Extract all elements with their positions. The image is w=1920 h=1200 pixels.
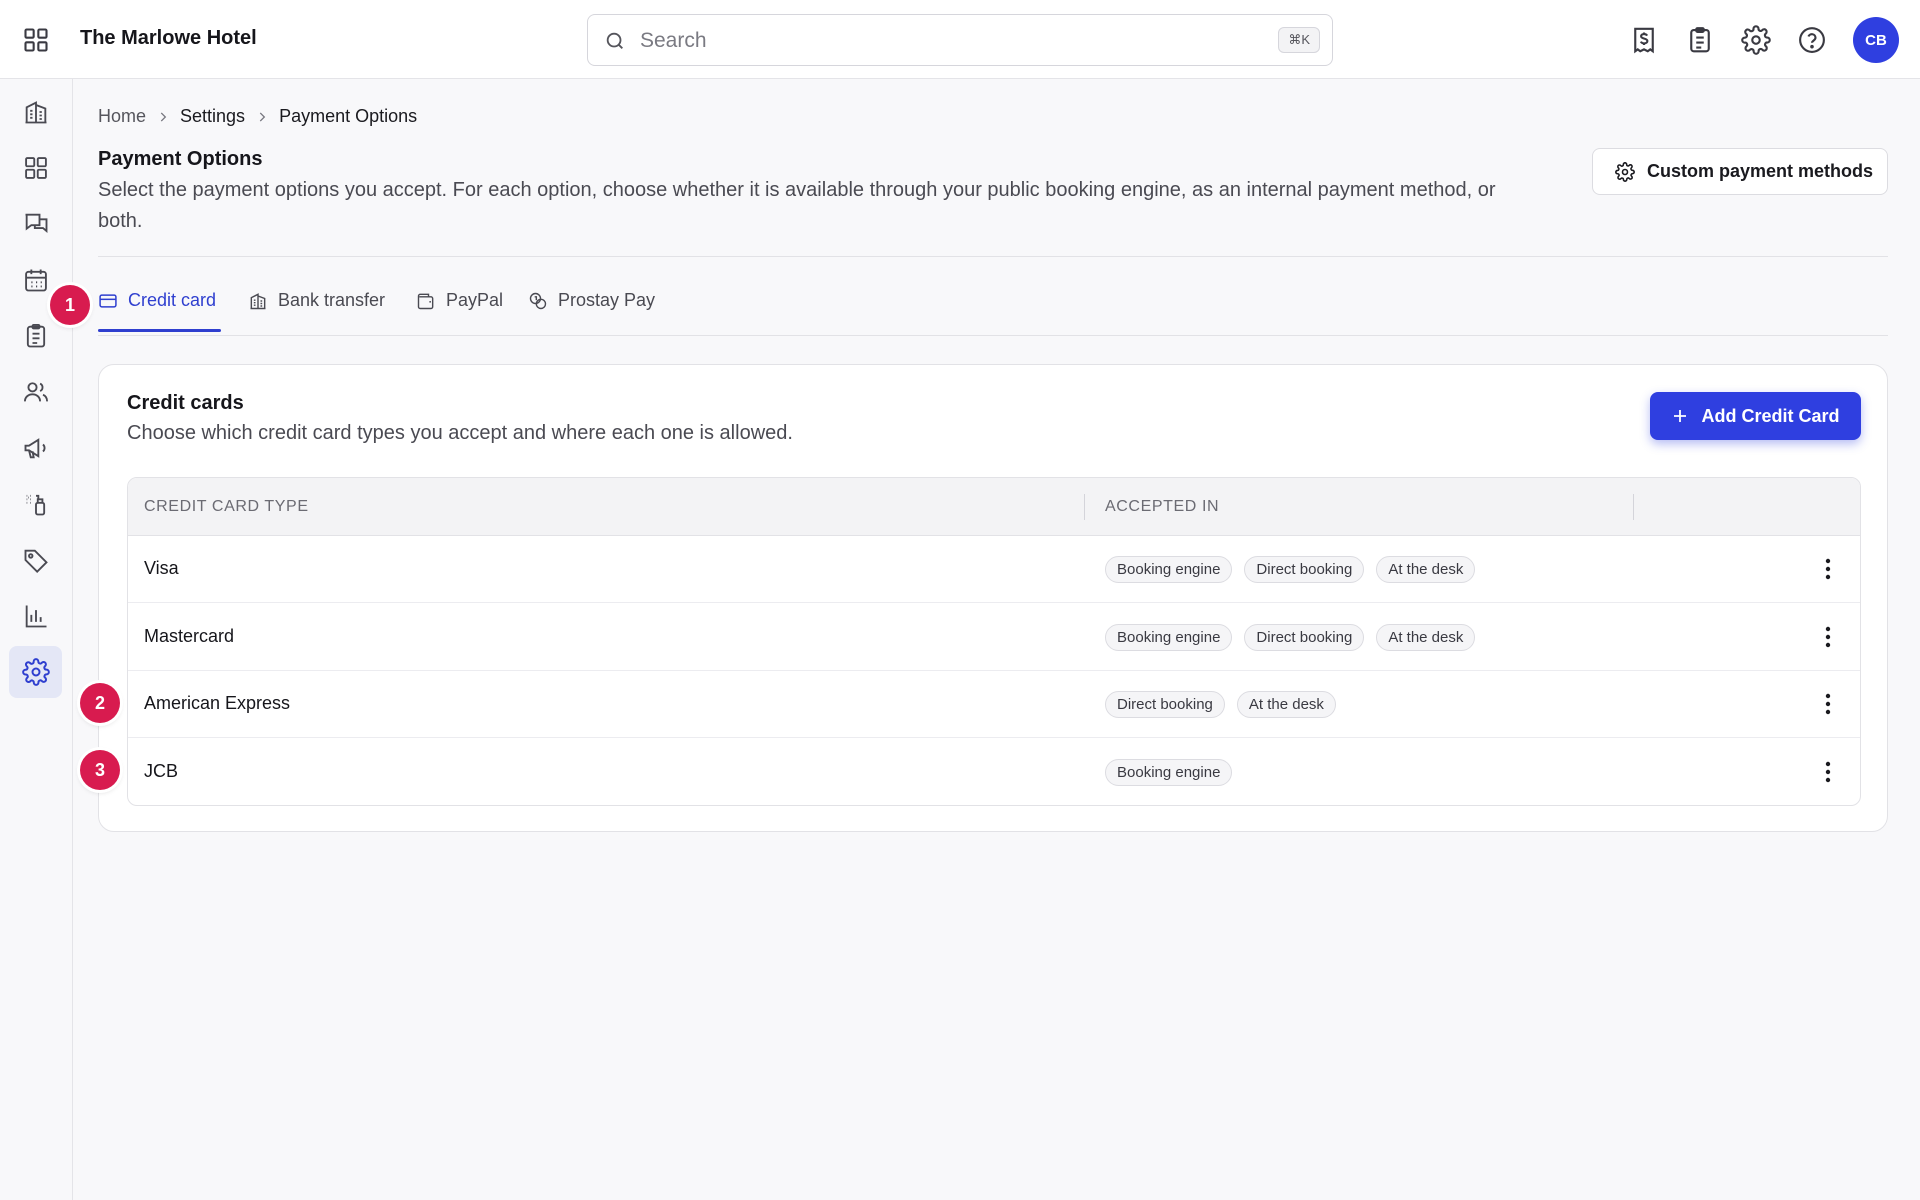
column-header-accepted: ACCEPTED IN (1105, 498, 1220, 515)
breadcrumb: Home Settings Payment Options (98, 106, 417, 127)
sidebar-item-messages[interactable] (9, 198, 62, 250)
page-title: Payment Options (98, 148, 263, 170)
credit-card-icon (98, 291, 118, 311)
tab-label: Credit card (128, 290, 217, 310)
breadcrumb-settings[interactable]: Settings (180, 106, 245, 127)
active-tab-indicator (98, 329, 221, 332)
apps-grid-icon[interactable] (22, 26, 50, 54)
table-row[interactable]: JCB Booking engine (128, 739, 1860, 805)
plus-icon (1671, 407, 1689, 425)
page-description: Select the payment options you accept. F… (98, 179, 1496, 232)
breadcrumb-home[interactable]: Home (98, 106, 146, 127)
tab-credit-card[interactable]: Credit card (98, 290, 221, 332)
hotel-name[interactable]: The Marlowe Hotel (80, 27, 257, 50)
add-credit-card-label: Add Credit Card (1701, 405, 1840, 426)
divider (98, 256, 1888, 257)
sidebar-item-properties[interactable] (9, 86, 62, 138)
sidebar-item-guests[interactable] (9, 366, 62, 418)
tab-paypal[interactable]: PayPal (416, 290, 503, 311)
chip-at-the-desk: At the desk (1236, 691, 1336, 718)
chevron-right-icon (156, 110, 170, 124)
dashboard-icon (22, 154, 50, 182)
clipboard-icon (22, 322, 50, 350)
messages-icon (22, 210, 50, 238)
column-divider (1084, 494, 1085, 520)
accepted-chips: Booking engine Direct booking At the des… (1105, 624, 1476, 651)
sidebar-item-settings[interactable] (9, 646, 62, 698)
step-badge-2: 2 (80, 683, 120, 723)
step-badge-1: 1 (50, 285, 90, 325)
card-type-name: Mastercard (144, 626, 235, 646)
chip-at-the-desk: At the desk (1376, 556, 1476, 583)
chevron-right-icon (255, 110, 269, 124)
chip-at-the-desk: At the desk (1376, 624, 1476, 651)
search-input[interactable]: Search ⌘K (587, 14, 1333, 66)
kebab-menu-icon[interactable] (1816, 624, 1840, 650)
invoice-dollar-icon[interactable] (1629, 25, 1659, 55)
tab-bank-transfer[interactable]: Bank transfer (248, 290, 385, 311)
wallet-icon (416, 291, 436, 311)
calendar-icon (22, 266, 50, 294)
sidebar (0, 79, 73, 1200)
chip-booking-engine: Booking engine (1105, 624, 1233, 651)
custom-payment-methods-label: Custom payment methods (1647, 161, 1874, 181)
accepted-chips: Booking engine Direct booking At the des… (1105, 556, 1476, 583)
chip-direct-booking: Direct booking (1244, 556, 1365, 583)
sidebar-item-marketing[interactable] (9, 422, 62, 474)
card-type-name: JCB (144, 761, 179, 781)
sidebar-item-dashboard[interactable] (9, 142, 62, 194)
credit-card-table: CREDIT CARD TYPE ACCEPTED IN Visa Bookin… (127, 477, 1861, 806)
tab-label: PayPal (446, 290, 504, 310)
search-placeholder: Search (640, 29, 707, 52)
gear-icon (21, 658, 50, 686)
bank-icon (248, 291, 268, 311)
custom-payment-methods-button[interactable]: Custom payment methods (1592, 148, 1888, 195)
breadcrumb-current: Payment Options (279, 106, 418, 126)
search-shortcut: ⌘K (1278, 27, 1320, 53)
help-icon[interactable] (1797, 25, 1827, 55)
column-divider (1633, 494, 1634, 520)
card-type-name: Visa (144, 558, 179, 578)
accepted-chips: Direct booking At the desk (1105, 691, 1336, 718)
search-icon (604, 30, 626, 52)
clipboard-icon[interactable] (1685, 25, 1715, 55)
sidebar-item-housekeeping[interactable] (9, 478, 62, 530)
kebab-menu-icon[interactable] (1816, 759, 1840, 785)
card-description: Choose which credit card types you accep… (127, 422, 793, 444)
sidebar-item-reports[interactable] (9, 590, 62, 642)
chip-direct-booking: Direct booking (1105, 691, 1225, 718)
table-row[interactable]: American Express Direct booking At the d… (128, 671, 1860, 738)
tab-label: Prostay Pay (558, 290, 656, 310)
sidebar-item-rates[interactable] (9, 534, 62, 586)
cleaning-spray-icon (22, 490, 50, 518)
credit-cards-card: Credit cards Choose which credit card ty… (98, 364, 1888, 832)
gear-icon[interactable] (1741, 25, 1771, 55)
kebab-menu-icon[interactable] (1816, 556, 1840, 582)
bar-chart-icon (22, 602, 50, 630)
accepted-chips: Booking engine (1105, 759, 1233, 786)
tag-icon (22, 546, 50, 574)
tab-prostay-pay[interactable]: Prostay Pay (528, 290, 655, 311)
chip-booking-engine: Booking engine (1105, 556, 1233, 583)
coins-icon (528, 291, 548, 311)
tab-label: Bank transfer (278, 290, 386, 310)
gear-icon (1615, 161, 1635, 182)
step-badge-3: 3 (80, 750, 120, 790)
table-row[interactable]: Mastercard Booking engine Direct booking… (128, 604, 1860, 671)
card-title: Credit cards (127, 392, 244, 414)
payment-tabs: Credit card Bank transfer PayPal Prostay… (98, 276, 1888, 336)
card-type-name: American Express (144, 693, 291, 713)
table-row[interactable]: Visa Booking engine Direct booking At th… (128, 536, 1860, 603)
top-bar: The Marlowe Hotel Search ⌘K CB (0, 0, 1920, 79)
avatar[interactable]: CB (1853, 17, 1899, 63)
chip-direct-booking: Direct booking (1244, 624, 1365, 651)
guests-icon (22, 378, 50, 406)
chip-booking-engine: Booking engine (1105, 759, 1233, 786)
megaphone-icon (22, 434, 50, 462)
table-header: CREDIT CARD TYPE ACCEPTED IN (128, 478, 1860, 536)
column-header-type: CREDIT CARD TYPE (144, 498, 309, 515)
building-icon (22, 98, 50, 126)
kebab-menu-icon[interactable] (1816, 691, 1840, 717)
add-credit-card-button[interactable]: Add Credit Card (1650, 392, 1861, 440)
